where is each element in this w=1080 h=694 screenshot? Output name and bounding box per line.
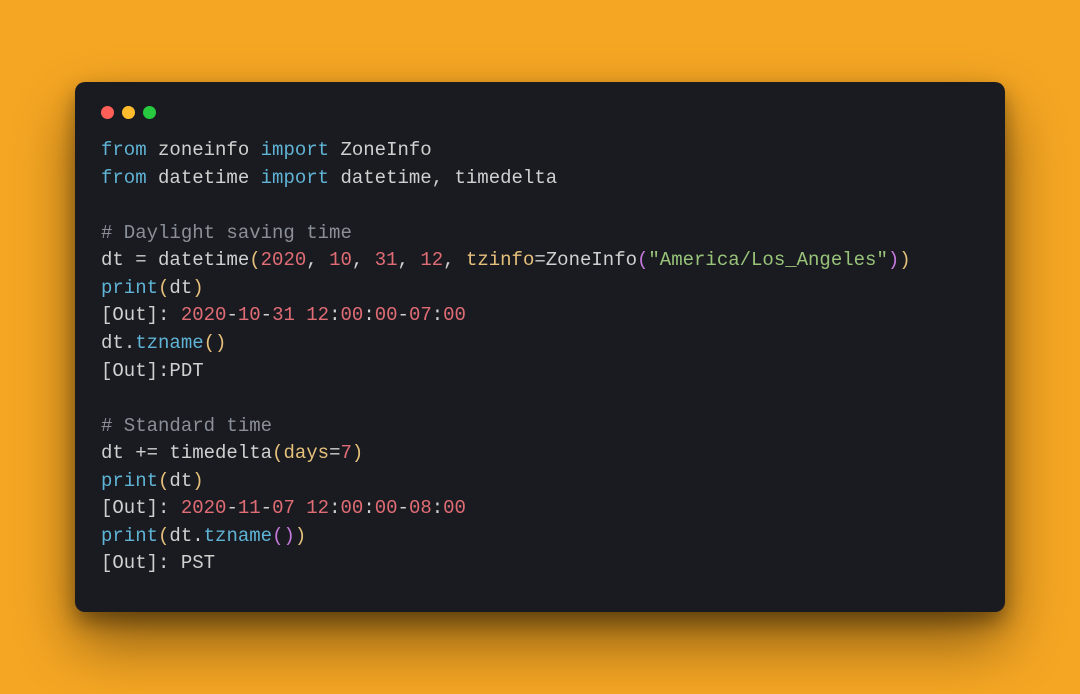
var-dt: dt [101,249,124,271]
fn-print: print [101,277,158,299]
tz-string: "America/Los_Angeles" [648,249,887,271]
out-label: [Out] [101,304,158,326]
terminal-window: from zoneinfo import ZoneInfo from datet… [75,82,1005,612]
out-pst: PST [181,552,215,574]
import-name: datetime [340,167,431,189]
module: zoneinfo [158,139,249,161]
kwarg-tzinfo: tzinfo [466,249,534,271]
fn-tzname: tzname [204,525,272,547]
fn-zoneinfo: ZoneInfo [546,249,637,271]
out-label: [Out] [101,552,158,574]
close-icon[interactable] [101,106,114,119]
out-label: [Out] [101,497,158,519]
zoom-icon[interactable] [143,106,156,119]
out-pdt: PDT [169,360,203,382]
kw-import: import [261,139,329,161]
module: datetime [158,167,249,189]
fn-print: print [101,470,158,492]
out-label: [Out] [101,360,158,382]
kw-from: from [101,139,147,161]
fn-print: print [101,525,158,547]
fn-tzname: tzname [135,332,203,354]
kwarg-days: days [283,442,329,464]
kw-import: import [261,167,329,189]
comment: # Standard time [101,415,272,437]
import-name: timedelta [455,167,558,189]
fn-datetime: datetime [158,249,249,271]
code-block: from zoneinfo import ZoneInfo from datet… [101,137,979,578]
window-controls [101,104,979,137]
comment: # Daylight saving time [101,222,352,244]
kw-from: from [101,167,147,189]
fn-timedelta: timedelta [169,442,272,464]
import-name: ZoneInfo [340,139,431,161]
minimize-icon[interactable] [122,106,135,119]
